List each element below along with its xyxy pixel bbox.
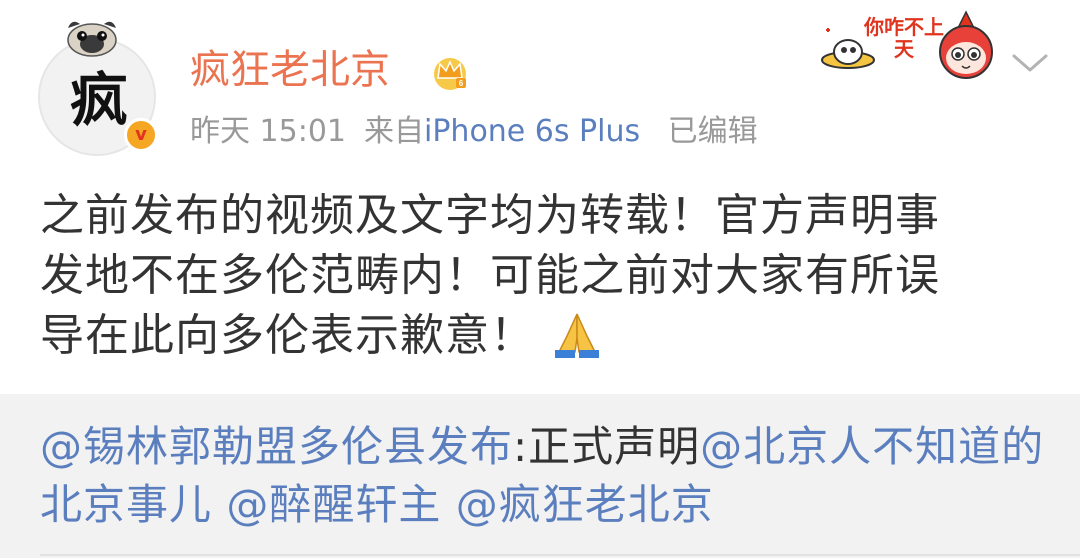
device-link[interactable]: iPhone 6s Plus xyxy=(424,114,640,149)
sticker-text: 你咋不上天 xyxy=(864,15,944,61)
post-line-3: 导在此向多伦表示歉意！ xyxy=(40,306,1050,366)
chevron-down-icon[interactable] xyxy=(1010,48,1050,78)
folded-hands-icon xyxy=(555,313,599,358)
divider xyxy=(40,554,1080,556)
repost-text: @锡林郭勒盟多伦县发布:正式声明@北京人不知道的北京事儿 @醉醒轩主 @疯狂老北… xyxy=(40,418,1050,534)
cartoon-girl-icon xyxy=(939,10,993,79)
sticker-badge: 你咋不上天 xyxy=(818,10,998,84)
post-line: 之前发布的视频及文字均为转载！官方声明事 xyxy=(40,190,940,241)
repost-body: :正式声明 xyxy=(513,422,701,471)
post-meta: 昨天 15:01 来自iPhone 6s Plus 已编辑 xyxy=(190,112,758,152)
weibo-post: 疯 v 疯狂老北京 6 昨天 15:01 来自iPhone 6s Plus 已编辑… xyxy=(0,0,1080,558)
post-content: 之前发布的视频及文字均为转载！官方声明事 发地不在多伦范畴内！可能之前对大家有所… xyxy=(40,186,1050,366)
source-prefix: 来自 xyxy=(364,114,424,149)
mention-link[interactable]: @醉醒轩主 xyxy=(226,480,441,529)
pug-dog-icon xyxy=(67,21,117,57)
edited-label[interactable]: 已编辑 xyxy=(668,114,758,149)
post-line: 导在此向多伦表示歉意！ xyxy=(40,310,535,361)
post-line: 发地不在多伦范畴内！可能之前对大家有所误 xyxy=(40,250,940,301)
avatar[interactable]: 疯 v xyxy=(38,21,158,156)
vip-crown-icon[interactable]: 6 xyxy=(430,52,470,92)
verified-badge-icon: v xyxy=(124,118,158,152)
post-time: 昨天 15:01 xyxy=(190,114,346,149)
mention-link[interactable]: @锡林郭勒盟多伦县发布 xyxy=(40,422,513,471)
repost-section[interactable]: @锡林郭勒盟多伦县发布:正式声明@北京人不知道的北京事儿 @醉醒轩主 @疯狂老北… xyxy=(0,394,1080,558)
author-name[interactable]: 疯狂老北京 xyxy=(190,44,390,96)
mention-link[interactable]: @疯狂老北京 xyxy=(456,480,714,529)
svg-text:6: 6 xyxy=(459,79,464,88)
